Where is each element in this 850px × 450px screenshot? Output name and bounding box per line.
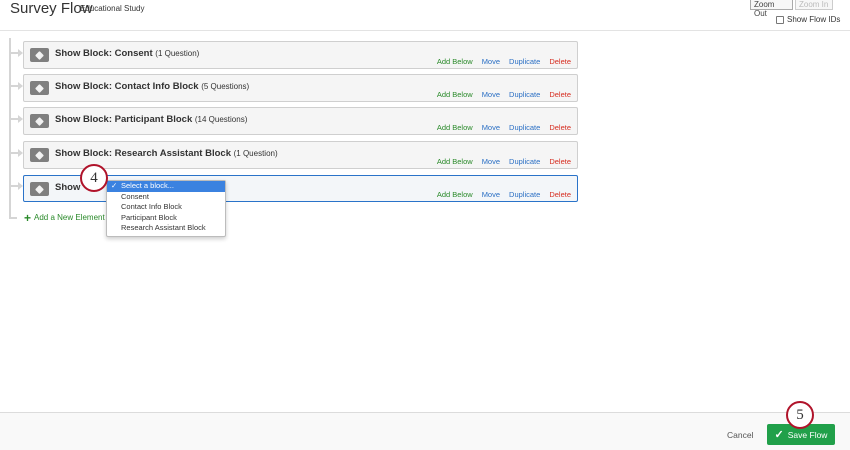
block-icon — [30, 148, 49, 162]
block-icon — [30, 81, 49, 95]
add-below-link[interactable]: Add Below — [437, 157, 473, 166]
block-select-dropdown[interactable]: ✓ Select a block... Consent Contact Info … — [106, 180, 226, 237]
move-link[interactable]: Move — [482, 157, 500, 166]
block-actions: Add Below Move Duplicate Delete — [428, 90, 571, 99]
add-below-link[interactable]: Add Below — [437, 190, 473, 199]
flow-branch-end — [9, 217, 17, 219]
block-actions: Add Below Move Duplicate Delete — [428, 123, 571, 132]
delete-link[interactable]: Delete — [549, 90, 571, 99]
move-link[interactable]: Move — [482, 123, 500, 132]
flow-block-participant[interactable]: Show Block: Participant Block (14 Questi… — [23, 107, 578, 135]
move-link[interactable]: Move — [482, 190, 500, 199]
block-title: Show Block: Research Assistant Block (1 … — [55, 148, 278, 159]
zoom-in-button[interactable]: Zoom In — [795, 0, 833, 10]
flow-connector-line — [9, 38, 11, 219]
block-actions: Add Below Move Duplicate Delete — [428, 157, 571, 166]
duplicate-link[interactable]: Duplicate — [509, 157, 540, 166]
footer-bar — [0, 412, 850, 450]
flow-block-research-assistant[interactable]: Show Block: Research Assistant Block (1 … — [23, 141, 578, 169]
flow-block-contact-info[interactable]: Show Block: Contact Info Block (5 Questi… — [23, 74, 578, 102]
delete-link[interactable]: Delete — [549, 157, 571, 166]
block-title: Show — [55, 182, 81, 193]
dropdown-option-participant[interactable]: Participant Block — [107, 213, 225, 224]
add-new-element-label: Add a New Element — [34, 213, 105, 222]
flow-branch-arrow — [11, 115, 23, 123]
add-below-link[interactable]: Add Below — [437, 90, 473, 99]
show-flow-ids-checkbox[interactable] — [776, 15, 784, 24]
step-badge-4: 4 — [80, 164, 108, 192]
flow-branch-arrow — [11, 149, 23, 157]
block-actions: Add Below Move Duplicate Delete — [428, 57, 571, 66]
dropdown-option-contact-info[interactable]: Contact Info Block — [107, 202, 225, 213]
save-flow-label: Save Flow — [787, 429, 828, 440]
add-below-link[interactable]: Add Below — [437, 57, 473, 66]
delete-link[interactable]: Delete — [549, 123, 571, 132]
move-link[interactable]: Move — [482, 90, 500, 99]
checkmark-icon: ✓ — [111, 181, 118, 190]
cancel-button[interactable]: Cancel — [727, 430, 753, 440]
flow-block-consent[interactable]: Show Block: Consent (1 Question) Add Bel… — [23, 41, 578, 69]
survey-name: Educational Study — [80, 4, 145, 13]
zoom-out-button[interactable]: Zoom Out — [750, 0, 793, 18]
duplicate-link[interactable]: Duplicate — [509, 190, 540, 199]
dropdown-option-consent[interactable]: Consent — [107, 192, 225, 203]
dropdown-option-placeholder[interactable]: ✓ Select a block... — [107, 181, 225, 192]
plus-icon: + — [24, 210, 32, 225]
block-title: Show Block: Participant Block (14 Questi… — [55, 114, 248, 125]
move-link[interactable]: Move — [482, 57, 500, 66]
show-flow-ids-label: Show Flow IDs — [787, 15, 841, 24]
step-badge-5: 5 — [786, 401, 814, 429]
flow-branch-arrow — [11, 182, 23, 190]
delete-link[interactable]: Delete — [549, 190, 571, 199]
add-below-link[interactable]: Add Below — [437, 123, 473, 132]
block-title: Show Block: Consent (1 Question) — [55, 48, 200, 59]
block-actions: Add Below Move Duplicate Delete — [428, 190, 571, 199]
block-icon — [30, 48, 49, 62]
block-title: Show Block: Contact Info Block (5 Questi… — [55, 81, 250, 92]
duplicate-link[interactable]: Duplicate — [509, 57, 540, 66]
flow-branch-arrow — [11, 49, 23, 57]
block-icon — [30, 182, 49, 196]
delete-link[interactable]: Delete — [549, 57, 571, 66]
add-new-element-link[interactable]: + Add a New Element — [24, 210, 105, 225]
flow-branch-arrow — [11, 82, 23, 90]
block-icon — [30, 114, 49, 128]
header: Survey Flow Educational Study Zoom Out Z… — [0, 0, 850, 31]
dropdown-option-research-assistant[interactable]: Research Assistant Block — [107, 223, 225, 234]
duplicate-link[interactable]: Duplicate — [509, 90, 540, 99]
show-flow-ids-toggle[interactable]: Show Flow IDs — [776, 15, 840, 24]
checkmark-icon: ✓ — [774, 429, 784, 441]
duplicate-link[interactable]: Duplicate — [509, 123, 540, 132]
